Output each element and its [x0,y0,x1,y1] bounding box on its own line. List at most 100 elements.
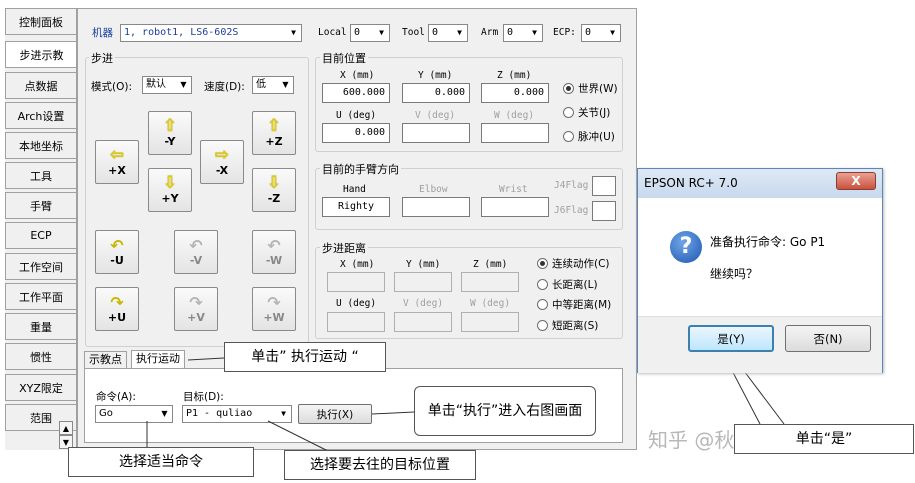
side-tab-inertia[interactable]: 惯性 [5,343,76,370]
chevron-down-icon: ▼ [379,28,384,37]
side-tab-xyz-limits[interactable]: XYZ限定 [5,374,76,401]
wrist-field [481,197,549,217]
dist-y-field [394,272,452,292]
side-tab-tool[interactable]: 工具 [5,162,76,189]
hand-field: Righty [322,197,390,217]
chevron-down-icon: ▼ [282,80,289,89]
jog-minus-u-button[interactable]: ↶ -U [95,230,139,274]
execute-button[interactable]: 执行(X) [298,404,372,424]
speed-label: 速度(D): [204,81,245,93]
side-tab-local[interactable]: 本地坐标 [5,132,76,159]
dist-v-label: V (deg) [403,298,444,309]
mode-select[interactable]: 默认 ▼ [142,76,192,94]
chevron-down-icon: ▼ [291,28,296,37]
side-tab-control-panel[interactable]: 控制面板 [5,8,76,35]
callout-click-execute: 单击“执行”进入右图画面 [414,386,596,436]
dist-long-radio[interactable]: 长距离(L) [537,277,598,292]
dialog-message: 准备执行命令: Go P1 [710,235,826,249]
side-tab-workspace[interactable]: 工作空间 [5,253,76,280]
confirm-dialog: EPSON RC+ 7.0 X ? 准备执行命令: Go P1 继续吗？ 是(Y… [637,168,883,373]
wrist-label: Wrist [499,184,528,195]
target-label: 目标(D): [183,391,224,403]
jog-minus-z-button[interactable]: ⇩ -Z [252,168,296,212]
dist-y-label: Y (mm) [406,259,441,270]
tool-label: Tool [402,27,425,38]
side-tab-jog-teach[interactable]: 步进示教 [5,41,76,68]
robot-label: 机器 [92,27,113,39]
ecp-select[interactable]: 0 ▼ [581,24,621,42]
jog-minus-y-button[interactable]: ⇧ -Y [148,111,192,155]
side-tab-arch[interactable]: Arch设置 [5,102,76,129]
jog-minus-x-button[interactable]: ⇨ -X [200,140,244,184]
command-select[interactable]: Go ▼ [95,405,173,423]
dist-v-field [394,312,452,332]
jog-plus-v-button[interactable]: ↷ +V [174,287,218,331]
elbow-label: Elbow [419,184,448,195]
jog-plus-w-button[interactable]: ↷ +W [252,287,296,331]
dist-w-label: W (deg) [470,298,511,309]
frame-pulse-radio[interactable]: 脉冲(U) [563,129,615,144]
scroll-up-icon[interactable]: ▲ [59,421,73,435]
dist-z-label: Z (mm) [473,259,508,270]
jog-plus-u-button[interactable]: ↷ +U [95,287,139,331]
side-tab-point-data[interactable]: 点数据 [5,72,76,99]
rotate-cw-icon: ↷ [189,292,203,312]
arm-select[interactable]: 0 ▼ [503,24,543,42]
rotate-ccw-icon: ↶ [189,235,203,255]
elbow-field [402,197,470,217]
hand-label: Hand [343,184,366,195]
arrow-up-icon: ⇧ [266,116,282,136]
jog-plus-y-button[interactable]: ⇩ +Y [148,168,192,212]
dist-u-label: U (deg) [336,298,377,309]
jog-distance-title: 步进距离 [320,240,368,256]
side-tab-arm[interactable]: 手臂 [5,192,76,219]
j6flag-label: J6Flag [554,205,589,216]
frame-joint-radio[interactable]: 关节(J) [563,105,610,120]
u-label: U (deg) [336,110,377,121]
rotate-cw-icon: ↷ [110,292,124,312]
dist-continuous-radio[interactable]: 连续动作(C) [537,256,610,271]
chevron-down-icon: ▼ [532,28,537,37]
tab-teach-points[interactable]: 示教点 [84,351,127,369]
orientation-group-title: 目前的手臂方向 [320,161,401,177]
speed-select[interactable]: 低 ▼ [252,76,294,94]
jog-minus-v-button[interactable]: ↶ -V [174,230,218,274]
frame-world-radio[interactable]: 世界(W) [563,81,618,96]
jog-minus-w-button[interactable]: ↶ -W [252,230,296,274]
chevron-down-icon: ▼ [457,28,462,37]
yes-button[interactable]: 是(Y) [688,325,774,352]
side-tab-weight[interactable]: 重量 [5,313,76,340]
dist-z-field [461,272,519,292]
robot-select[interactable]: 1, robot1, LS6-602S ▼ [120,24,302,42]
dist-medium-radio[interactable]: 中等距离(M) [537,297,611,312]
dist-short-radio[interactable]: 短距离(S) [537,318,598,333]
jog-plus-x-button[interactable]: ⇦ +X [95,140,139,184]
local-select[interactable]: 0 ▼ [350,24,390,42]
rotate-cw-icon: ↷ [267,292,281,312]
target-select[interactable]: P1 - quliao ▼ [182,405,292,423]
close-icon[interactable]: X [836,172,876,190]
chevron-down-icon: ▼ [161,409,168,418]
chevron-down-icon: ▼ [180,80,187,89]
dist-u-field [327,312,385,332]
side-tab-ecp[interactable]: ECP [5,222,76,249]
v-label: V (deg) [415,110,456,121]
side-tab-list: 控制面板 步进示教 点数据 Arch设置 本地坐标 工具 手臂 ECP 工作空间… [5,8,77,450]
dist-x-field [327,272,385,292]
w-field [481,123,549,143]
arrow-right-icon: ⇨ [214,145,230,165]
jog-plus-z-button[interactable]: ⇧ +Z [252,111,296,155]
position-group-title: 目前位置 [320,50,368,66]
x-label: X (mm) [340,70,375,81]
side-tab-workplane[interactable]: 工作平面 [5,283,76,310]
j4flag-label: J4Flag [554,180,589,191]
tool-select[interactable]: 0 ▼ [428,24,468,42]
z-field: 0.000 [481,83,549,103]
chevron-down-icon: ▼ [610,28,615,37]
arrow-down-icon: ⇩ [162,173,178,193]
y-label: Y (mm) [418,70,453,81]
no-button[interactable]: 否(N) [785,325,871,352]
tab-execute-motion[interactable]: 执行运动 [131,350,185,369]
y-field: 0.000 [402,83,470,103]
dialog-question: 继续吗？ [710,267,759,281]
